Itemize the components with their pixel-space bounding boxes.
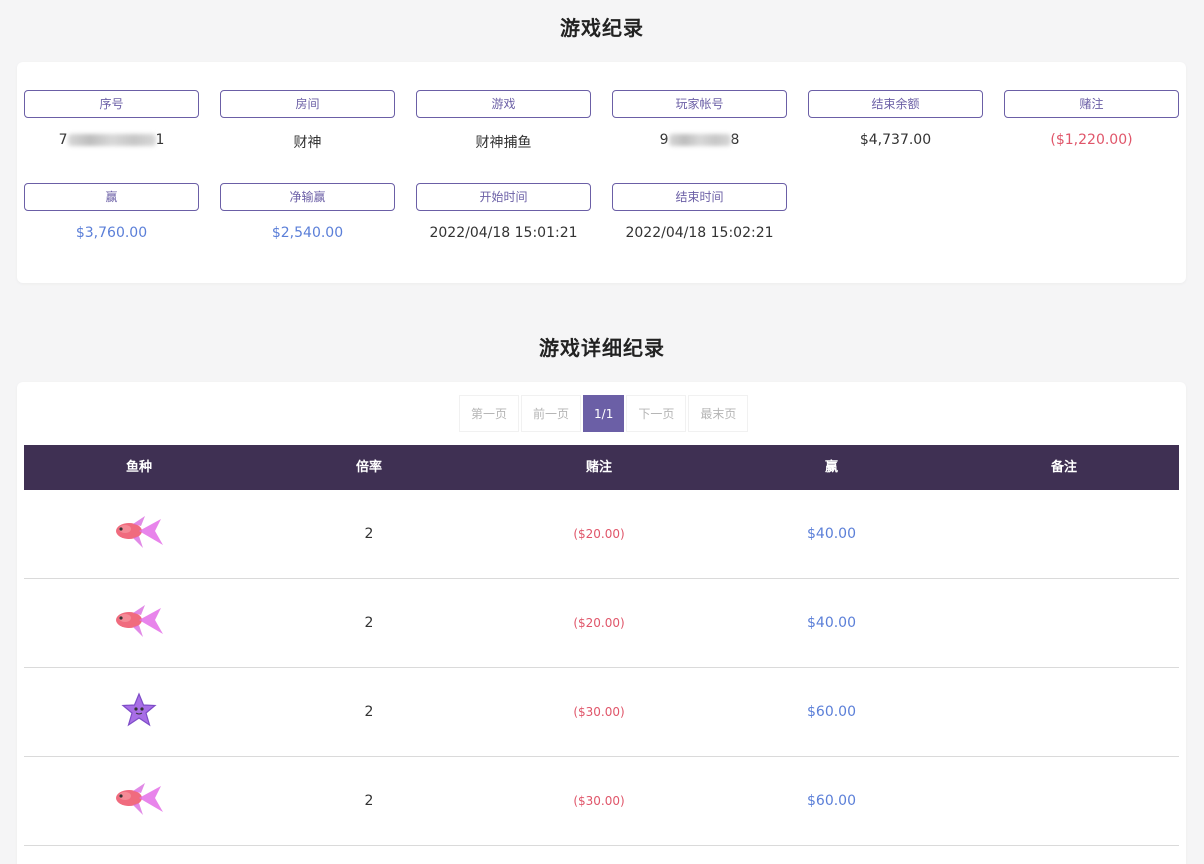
- end-time-value: 2022/04/18 15:02:21: [625, 225, 774, 241]
- serial-label: 序号: [24, 90, 199, 118]
- fish-cell: [24, 692, 254, 732]
- detail-card: 第一页 前一页 1/1 下一页 最末页 鱼种 倍率 赌注 赢 备注 2 ($20…: [17, 382, 1186, 864]
- table-row: 2 ($30.00) $60.00: [24, 757, 1179, 846]
- player-field: 玩家帐号 98: [612, 90, 787, 148]
- multiplier-cell: 2: [364, 793, 374, 809]
- start-time-value: 2022/04/18 15:01:21: [429, 225, 578, 241]
- win-cell: $40.00: [807, 615, 856, 631]
- balance-value: $4,737.00: [859, 132, 932, 148]
- end-time-field: 结束时间 2022/04/18 15:02:21: [612, 183, 787, 241]
- table-header: 鱼种 倍率 赌注 赢 备注: [24, 445, 1179, 490]
- header-win: 赢: [824, 460, 838, 475]
- header-note: 备注: [1050, 460, 1077, 475]
- start-time-label: 开始时间: [416, 183, 591, 211]
- balance-label: 结束余额: [808, 90, 983, 118]
- win-label: 赢: [24, 183, 199, 211]
- prev-page-button[interactable]: 前一页: [521, 395, 582, 432]
- bet-label: 赌注: [1004, 90, 1179, 118]
- multiplier-cell: 2: [364, 704, 374, 720]
- bet-cell: ($30.00): [573, 705, 625, 719]
- bet-cell: ($20.00): [573, 616, 625, 630]
- win-cell: $60.00: [807, 793, 856, 809]
- net-label: 净输赢: [220, 183, 395, 211]
- starfish-icon: [121, 692, 157, 727]
- pagination: 第一页 前一页 1/1 下一页 最末页: [459, 395, 750, 432]
- end-time-label: 结束时间: [612, 183, 787, 211]
- bet-value: ($1,220.00): [1050, 132, 1133, 148]
- detail-title: 游戏详细纪录: [539, 336, 665, 360]
- table-row: 2 ($20.00) $40.00: [24, 579, 1179, 668]
- current-page-indicator[interactable]: 1/1: [583, 395, 625, 432]
- next-page-button[interactable]: 下一页: [626, 395, 687, 432]
- multiplier-cell: 2: [364, 526, 374, 542]
- game-field: 游戏 财神捕鱼: [416, 90, 591, 152]
- header-fish-type: 鱼种: [125, 460, 152, 475]
- serial-value: 71: [58, 132, 165, 148]
- pink-fish-icon: [116, 783, 163, 815]
- header-multiplier: 倍率: [355, 460, 382, 475]
- serial-field: 序号 71: [24, 90, 199, 148]
- net-field: 净输赢 $2,540.00: [220, 183, 395, 241]
- header-bet: 赌注: [585, 460, 612, 475]
- player-label: 玩家帐号: [612, 90, 787, 118]
- game-label: 游戏: [416, 90, 591, 118]
- room-label: 房间: [220, 90, 395, 118]
- win-value: $3,760.00: [75, 225, 148, 241]
- fish-cell: [24, 514, 254, 554]
- fish-cell: [24, 781, 254, 821]
- game-value: 财神捕鱼: [475, 135, 532, 151]
- bet-cell: ($30.00): [573, 794, 625, 808]
- win-cell: $60.00: [807, 704, 856, 720]
- room-value: 财神: [293, 135, 322, 151]
- balance-field: 结束余额 $4,737.00: [808, 90, 983, 148]
- bet-cell: ($20.00): [573, 527, 625, 541]
- first-page-button[interactable]: 第一页: [459, 395, 520, 432]
- room-field: 房间 财神: [220, 90, 395, 152]
- player-value: 98: [659, 132, 740, 148]
- win-cell: $40.00: [807, 526, 856, 542]
- net-value: $2,540.00: [271, 225, 344, 241]
- start-time-field: 开始时间 2022/04/18 15:01:21: [416, 183, 591, 241]
- record-title: 游戏纪录: [560, 16, 644, 40]
- pink-fish-icon: [116, 605, 163, 637]
- last-page-button[interactable]: 最末页: [688, 395, 749, 432]
- fish-cell: [24, 603, 254, 643]
- table-row: 2 ($30.00) $60.00: [24, 668, 1179, 757]
- detail-table: 鱼种 倍率 赌注 赢 备注 2 ($20.00) $40.00 2 ($20.0…: [24, 445, 1179, 846]
- pink-fish-icon: [116, 516, 163, 548]
- summary-card: 序号 71 房间 财神 游戏 财神捕鱼 玩家帐号 98 结束余额 $4,737.…: [17, 62, 1186, 283]
- table-row: 2 ($20.00) $40.00: [24, 490, 1179, 579]
- multiplier-cell: 2: [364, 615, 374, 631]
- win-field: 赢 $3,760.00: [24, 183, 199, 241]
- bet-field: 赌注 ($1,220.00): [1004, 90, 1179, 148]
